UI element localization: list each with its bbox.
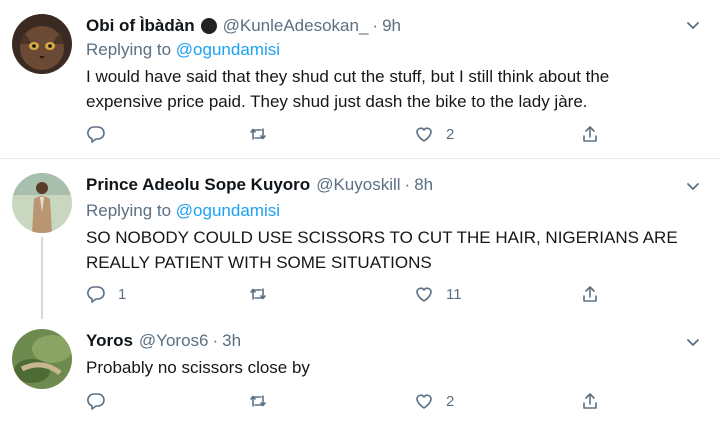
like-count: 11: [446, 285, 462, 303]
mention-link[interactable]: @ogundamisi: [176, 201, 280, 220]
chevron-down-icon[interactable]: [684, 177, 702, 195]
avatar[interactable]: [12, 173, 72, 233]
tweet-text: Probably no scissors close by: [86, 358, 310, 377]
separator-dot: ·: [212, 331, 219, 350]
reply-button[interactable]: 1: [86, 284, 126, 304]
tweet[interactable]: Prince Adeolu Sope Kuyoro @Kuyoskill · 8…: [0, 159, 720, 319]
thread-line: [41, 237, 43, 319]
replying-to-label: Replying to: [86, 40, 172, 59]
reply-button[interactable]: [86, 391, 118, 411]
timestamp[interactable]: 9h: [382, 16, 401, 36]
reply-icon: [87, 286, 105, 303]
display-name[interactable]: Obi of Ìbàdàn: [86, 16, 195, 36]
separator-dot: ·: [372, 16, 379, 35]
reply-button[interactable]: [86, 124, 118, 144]
replying-to: Replying to @ogundamisi: [86, 40, 280, 60]
tweet-actions: 2: [86, 124, 686, 146]
avatar[interactable]: [12, 329, 72, 389]
like-button[interactable]: 2: [414, 124, 454, 144]
share-button[interactable]: [580, 124, 600, 144]
chevron-down-icon[interactable]: [684, 333, 702, 351]
like-icon: [416, 287, 432, 302]
verified-badge-icon: [200, 18, 217, 34]
chevron-down-icon[interactable]: [684, 16, 702, 34]
handle[interactable]: @KunleAdesokan_: [223, 16, 369, 36]
display-name[interactable]: Prince Adeolu Sope Kuyoro: [86, 175, 310, 195]
tweet-text: I would have said that they shud cut the…: [86, 67, 610, 111]
reply-count: 1: [118, 285, 127, 303]
share-icon: [583, 126, 597, 142]
timestamp[interactable]: 8h: [414, 175, 433, 195]
retweet-icon: [250, 288, 266, 300]
separator-dot: ·: [404, 175, 411, 194]
retweet-button[interactable]: [248, 284, 280, 304]
like-count: 2: [446, 392, 455, 410]
tweet-actions: 2: [86, 391, 686, 413]
mention-link[interactable]: @ogundamisi: [176, 40, 280, 59]
handle[interactable]: @Kuyoskill: [316, 175, 400, 195]
reply-icon: [87, 126, 105, 143]
share-button[interactable]: [580, 284, 600, 304]
replying-to: Replying to @ogundamisi: [86, 201, 280, 221]
like-button[interactable]: 11: [414, 284, 462, 304]
share-icon: [583, 393, 597, 409]
retweet-button[interactable]: [248, 391, 280, 411]
replying-to-label: Replying to: [86, 201, 172, 220]
display-name[interactable]: Yoros: [86, 331, 133, 351]
avatar[interactable]: [12, 14, 72, 74]
like-button[interactable]: 2: [414, 391, 454, 411]
like-icon: [416, 127, 432, 142]
tweet[interactable]: Yoros @Yoros6 · 3h Probably no scissors …: [0, 319, 720, 435]
like-count: 2: [446, 125, 455, 143]
retweet-icon: [250, 128, 266, 140]
share-icon: [583, 286, 597, 302]
retweet-icon: [250, 395, 266, 407]
tweet-actions: 1 11: [86, 284, 686, 306]
timestamp[interactable]: 3h: [222, 331, 241, 351]
tweet-text: SO NOBODY COULD USE SCISSORS TO CUT THE …: [86, 228, 678, 272]
tweet-header: Prince Adeolu Sope Kuyoro @Kuyoskill · 8…: [86, 175, 433, 195]
retweet-button[interactable]: [248, 124, 280, 144]
tweet[interactable]: Obi of Ìbàdàn @KunleAdesokan_ · 9h Reply…: [0, 0, 720, 158]
tweet-header: Yoros @Yoros6 · 3h: [86, 331, 241, 351]
handle[interactable]: @Yoros6: [139, 331, 209, 351]
tweet-header: Obi of Ìbàdàn @KunleAdesokan_ · 9h: [86, 16, 401, 36]
like-icon: [416, 394, 432, 409]
reply-icon: [87, 393, 105, 410]
share-button[interactable]: [580, 391, 600, 411]
